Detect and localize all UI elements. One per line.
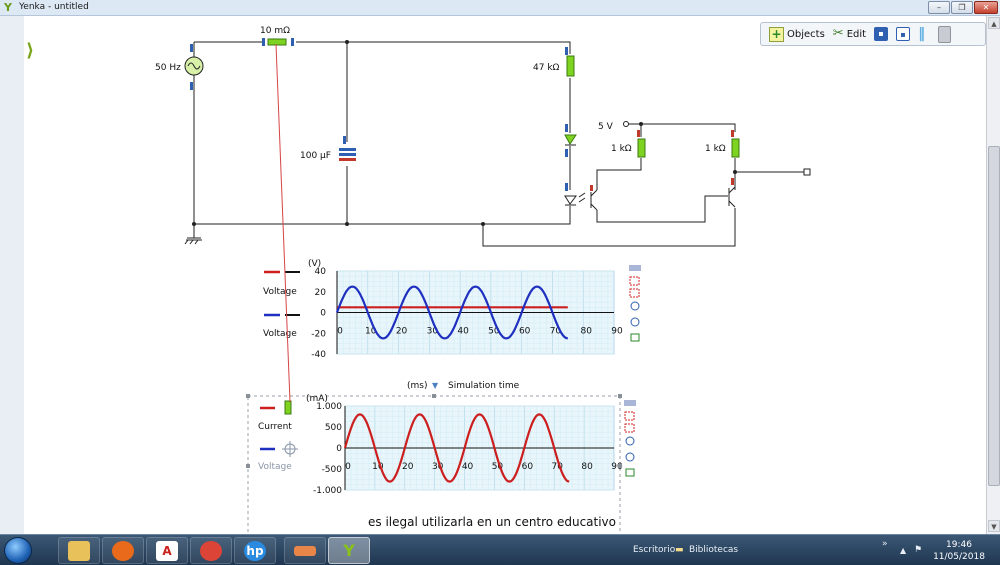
current-graph-tools[interactable]: [624, 400, 636, 477]
y-tick-label: -1.000: [313, 486, 342, 496]
clock-date: 11/05/2018: [933, 552, 985, 562]
voltage-legend-1: Voltage: [263, 287, 297, 297]
x-tick-label: 80: [581, 462, 593, 472]
y-tick-label: -40: [311, 350, 326, 360]
voltage-graph-legend: Voltage Voltage: [263, 270, 300, 339]
voltage-graph-tools[interactable]: [629, 265, 641, 342]
folder-icon: [68, 540, 90, 561]
pdf-icon: A: [156, 540, 178, 561]
voltage-x-label: Simulation time: [448, 381, 520, 391]
y-tick-label: 1.000: [316, 402, 342, 412]
phototransistor-component[interactable]: [590, 185, 598, 211]
current-legend-2: Voltage: [258, 462, 292, 472]
firefox-icon: [112, 540, 134, 561]
graph2-zoom-in-icon[interactable]: [625, 436, 635, 446]
resistor-1k-b-component[interactable]: [731, 130, 740, 158]
crop-icon[interactable]: [630, 333, 640, 342]
source-frequency-label: 50 Hz: [155, 63, 181, 73]
x-tick-label: 20: [396, 327, 408, 337]
task-generic[interactable]: [284, 537, 326, 564]
graph2-zoom-fit-icon[interactable]: [624, 423, 635, 433]
resistor-1k-b-label: 1 kΩ: [705, 144, 726, 154]
task-chrome[interactable]: [190, 537, 232, 564]
graph2-zoom-select-icon[interactable]: [624, 411, 635, 421]
bibliotecas-toolbar[interactable]: Bibliotecas: [689, 545, 738, 555]
x-tick-label: 60: [522, 462, 534, 472]
output-terminal[interactable]: [803, 168, 811, 176]
probe-wire: [275, 43, 291, 403]
voltage-legend-2: Voltage: [263, 329, 297, 339]
resistor-1k-a-label: 1 kΩ: [611, 144, 632, 154]
y-tick-label: 0: [320, 309, 326, 319]
escritorio-toolbar[interactable]: Escritorio: [633, 545, 675, 555]
resistor-47k-label: 47 kΩ: [533, 63, 560, 73]
y-tick-label: 500: [325, 423, 342, 433]
ground-icon[interactable]: [184, 239, 202, 245]
current-graph-legend: Current Voltage: [258, 400, 298, 472]
zoom-fit-icon[interactable]: [629, 288, 640, 298]
graph2-settings-icon[interactable]: [624, 400, 636, 406]
x-tick-label: 40: [457, 327, 469, 337]
x-tick-label: 60: [519, 327, 531, 337]
action-center-flag-icon[interactable]: ⚑: [914, 545, 922, 555]
supply-5v-component[interactable]: [623, 121, 629, 127]
y-tick-label: 40: [315, 267, 327, 277]
current-probe-icon[interactable]: [284, 400, 292, 415]
task-acrobat[interactable]: A: [146, 537, 188, 564]
optocoupler-led-component[interactable]: [564, 183, 586, 206]
x-tick-label: 0: [345, 462, 351, 472]
zoom-select-icon[interactable]: [629, 276, 640, 286]
y-tick-label: -20: [311, 329, 326, 339]
app-icon: [294, 545, 316, 556]
start-button[interactable]: [4, 537, 32, 564]
x-tick-label: 20: [402, 462, 414, 472]
current-y-ticks: 1.000 500 0 -500 -1.000: [313, 402, 342, 496]
task-yenka[interactable]: Y: [328, 537, 370, 564]
npn-transistor-component[interactable]: [728, 178, 736, 208]
x-tick-label: 80: [580, 327, 592, 337]
x-tick-label: 40: [462, 462, 474, 472]
y-tick-label: 0: [336, 444, 342, 454]
graph-settings-icon[interactable]: [629, 265, 641, 271]
toolbar-chevron[interactable]: »: [882, 539, 888, 549]
graph2-crop-icon[interactable]: [625, 468, 635, 477]
x-tick-label: 0: [337, 327, 343, 337]
graph2-zoom-out-icon[interactable]: [625, 452, 635, 462]
clock-time: 19:46: [946, 540, 972, 550]
tray-up-arrow-icon[interactable]: ▲: [900, 546, 906, 555]
chrome-icon: [200, 540, 222, 561]
capacitor-label: 100 μF: [300, 151, 331, 161]
bibliotecas-icon[interactable]: ▬: [675, 545, 684, 555]
current-legend-1: Current: [258, 422, 292, 432]
yenka-task-icon: Y: [343, 541, 355, 560]
supply-5v-label: 5 V: [598, 122, 614, 132]
windows-taskbar: A hp Y Escritorio ▬ Bibliotecas » ▲ ⚑ 19…: [0, 534, 1000, 565]
x-unit-dropdown-icon[interactable]: ▼: [432, 381, 439, 390]
x-tick-label: 90: [611, 327, 623, 337]
y-tick-label: 20: [315, 288, 327, 298]
zoom-out-icon[interactable]: [630, 317, 640, 327]
task-hp[interactable]: hp: [234, 537, 276, 564]
circuit-scene: 10 mΩ 50 Hz 100 μF 47 kΩ 5 V 1 kΩ 1 kΩ (…: [155, 26, 811, 537]
hp-icon: hp: [244, 540, 266, 561]
task-file-explorer[interactable]: [58, 537, 100, 564]
wire-junctions: [192, 40, 737, 226]
resistor-10mohm-label: 10 mΩ: [260, 26, 290, 36]
voltage-x-unit: (ms): [407, 381, 427, 391]
watermark-text: es ilegal utilizarla en un centro educat…: [368, 515, 616, 529]
task-firefox[interactable]: [102, 537, 144, 564]
y-tick-label: -500: [322, 465, 343, 475]
zoom-in-icon[interactable]: [630, 301, 640, 311]
voltage-y-ticks: 40 20 0 -20 -40: [311, 267, 326, 360]
resistor-10mohm-component[interactable]: [262, 38, 294, 46]
taskbar-clock[interactable]: 19:46 11/05/2018: [930, 539, 988, 563]
